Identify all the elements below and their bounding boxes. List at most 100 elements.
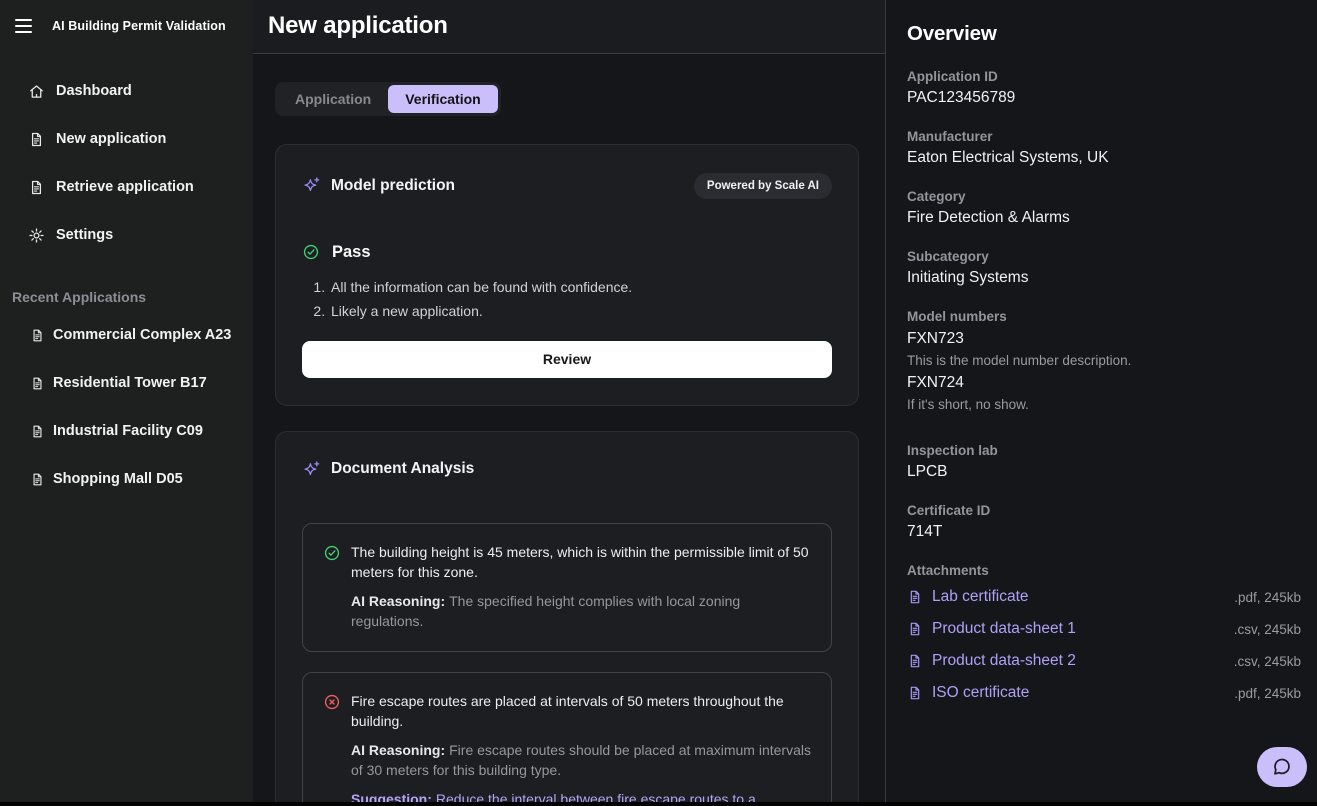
chat-bubble-icon <box>1271 756 1293 778</box>
field-label: Inspection lab <box>907 442 1301 459</box>
model-number: FXN723 <box>907 328 1301 350</box>
field-label: Application ID <box>907 68 1301 85</box>
check-circle-icon <box>302 243 320 261</box>
overview-panel: Overview Application ID PAC123456789 Man… <box>886 0 1317 806</box>
recent-item-label: Residential Tower B17 <box>53 375 207 391</box>
app-root: AI Building Permit Validation Dashboard … <box>0 0 1317 806</box>
recent-item-commercial-complex[interactable]: Commercial Complex A23 <box>0 311 253 359</box>
gear-icon <box>28 227 45 244</box>
analysis-check-text: The building height is 45 meters, which … <box>351 542 811 631</box>
sidebar-item-dashboard[interactable]: Dashboard <box>0 67 253 115</box>
attachment-link[interactable]: Lab certificate <box>932 588 1029 606</box>
attachment-product-data-sheet-2[interactable]: Product data-sheet 2 .csv, 245kb <box>907 645 1301 677</box>
document-icon <box>907 621 923 637</box>
document-analysis-card: Document Analysis The building height is… <box>275 431 859 806</box>
analysis-check-pass: The building height is 45 meters, which … <box>302 523 832 652</box>
recent-item-residential-tower[interactable]: Residential Tower B17 <box>0 359 253 407</box>
attachments-section: Attachments Lab certificate .pdf, 245kb … <box>907 562 1301 709</box>
sidebar-header: AI Building Permit Validation <box>0 13 253 39</box>
document-icon <box>30 472 45 487</box>
ai-reasoning: AI Reasoning:Fire escape routes should b… <box>351 740 811 780</box>
model-number: FXN724 <box>907 372 1301 394</box>
recent-item-label: Commercial Complex A23 <box>53 327 231 343</box>
attachment-iso-certificate[interactable]: ISO certificate .pdf, 245kb <box>907 677 1301 709</box>
ai-reasoning: AI Reasoning:The specified height compli… <box>351 591 811 631</box>
document-icon <box>28 131 45 148</box>
document-icon <box>907 653 923 669</box>
field-value: 714T <box>907 522 1301 542</box>
recent-applications-heading: Recent Applications <box>0 289 253 305</box>
model-number-description: If it's short, no show. <box>907 394 1301 416</box>
field-value: Initiating Systems <box>907 268 1301 288</box>
main-header: New application <box>253 0 885 54</box>
attachment-link[interactable]: Product data-sheet 2 <box>932 652 1076 670</box>
attachment-link[interactable]: ISO certificate <box>932 684 1029 702</box>
hamburger-menu-button[interactable] <box>12 14 36 38</box>
field-manufacturer: Manufacturer Eaton Electrical Systems, U… <box>907 128 1301 168</box>
overview-title: Overview <box>907 22 1301 46</box>
ai-reasoning-label: AI Reasoning: <box>351 593 445 609</box>
attachment-lab-certificate[interactable]: Lab certificate .pdf, 245kb <box>907 581 1301 613</box>
document-icon <box>907 685 923 701</box>
attachment-product-data-sheet-1[interactable]: Product data-sheet 1 .csv, 245kb <box>907 613 1301 645</box>
field-label: Manufacturer <box>907 128 1301 145</box>
review-button[interactable]: Review <box>302 341 832 378</box>
x-circle-icon <box>323 693 341 711</box>
model-number-description: This is the model number description. <box>907 350 1301 372</box>
document-icon <box>28 179 45 196</box>
prediction-status-row: Pass <box>302 243 832 262</box>
prediction-reason: Likely a new application. <box>329 299 832 323</box>
attachment-link[interactable]: Product data-sheet 1 <box>932 620 1076 638</box>
tab-verification[interactable]: Verification <box>388 85 497 113</box>
field-label: Category <box>907 188 1301 205</box>
sidebar-item-retrieve-application[interactable]: Retrieve application <box>0 163 253 211</box>
tab-application[interactable]: Application <box>278 85 388 113</box>
recent-item-label: Industrial Facility C09 <box>53 423 203 439</box>
prediction-reasons-list: All the information can be found with co… <box>302 275 832 323</box>
field-value: LPCB <box>907 462 1301 482</box>
attachment-meta: .pdf, 245kb <box>1234 590 1301 605</box>
sidebar-item-settings[interactable]: Settings <box>0 211 253 259</box>
sidebar-item-label: Dashboard <box>56 83 132 99</box>
sidebar-item-new-application[interactable]: New application <box>0 115 253 163</box>
ai-reasoning-label: AI Reasoning: <box>351 742 445 758</box>
model-prediction-title: Model prediction <box>331 177 455 195</box>
document-icon <box>907 589 923 605</box>
field-application-id: Application ID PAC123456789 <box>907 68 1301 108</box>
ai-sparkle-icon <box>302 176 321 195</box>
tab-group: Application Verification <box>275 82 501 116</box>
analysis-finding: The building height is 45 meters, which … <box>351 542 811 582</box>
page-title: New application <box>268 12 448 40</box>
field-inspection-lab: Inspection lab LPCB <box>907 442 1301 482</box>
recent-applications-list: Commercial Complex A23 Residential Tower… <box>0 311 253 503</box>
sidebar: AI Building Permit Validation Dashboard … <box>0 0 253 806</box>
analysis-finding: Fire escape routes are placed at interva… <box>351 691 811 731</box>
field-label: Certificate ID <box>907 502 1301 519</box>
main-content: New application Application Verification… <box>253 0 886 806</box>
menu-icon <box>15 19 32 21</box>
analysis-check-text: Fire escape routes are placed at interva… <box>351 691 811 806</box>
recent-item-label: Shopping Mall D05 <box>53 471 183 487</box>
field-certificate-id: Certificate ID 714T <box>907 502 1301 542</box>
attachment-meta: .csv, 245kb <box>1234 654 1301 669</box>
model-prediction-header: Model prediction Powered by Scale AI <box>302 173 832 199</box>
app-title: AI Building Permit Validation <box>52 19 226 33</box>
main-body: Application Verification Model predictio… <box>253 54 885 806</box>
attachments-label: Attachments <box>907 562 1301 579</box>
home-icon <box>28 83 45 100</box>
field-value: Fire Detection & Alarms <box>907 208 1301 228</box>
prediction-status: Pass <box>332 243 371 262</box>
recent-item-shopping-mall[interactable]: Shopping Mall D05 <box>0 455 253 503</box>
field-label: Model numbers <box>907 308 1301 325</box>
attachment-meta: .pdf, 245kb <box>1234 686 1301 701</box>
chat-button[interactable] <box>1257 747 1307 787</box>
field-label: Subcategory <box>907 248 1301 265</box>
field-value: Eaton Electrical Systems, UK <box>907 148 1301 168</box>
sidebar-item-label: Retrieve application <box>56 179 194 195</box>
model-prediction-card: Model prediction Powered by Scale AI Pas… <box>275 144 859 406</box>
field-category: Category Fire Detection & Alarms <box>907 188 1301 228</box>
recent-item-industrial-facility[interactable]: Industrial Facility C09 <box>0 407 253 455</box>
sidebar-item-label: New application <box>56 131 166 147</box>
document-icon <box>30 424 45 439</box>
field-model-numbers: Model numbers FXN723 This is the model n… <box>907 308 1301 416</box>
